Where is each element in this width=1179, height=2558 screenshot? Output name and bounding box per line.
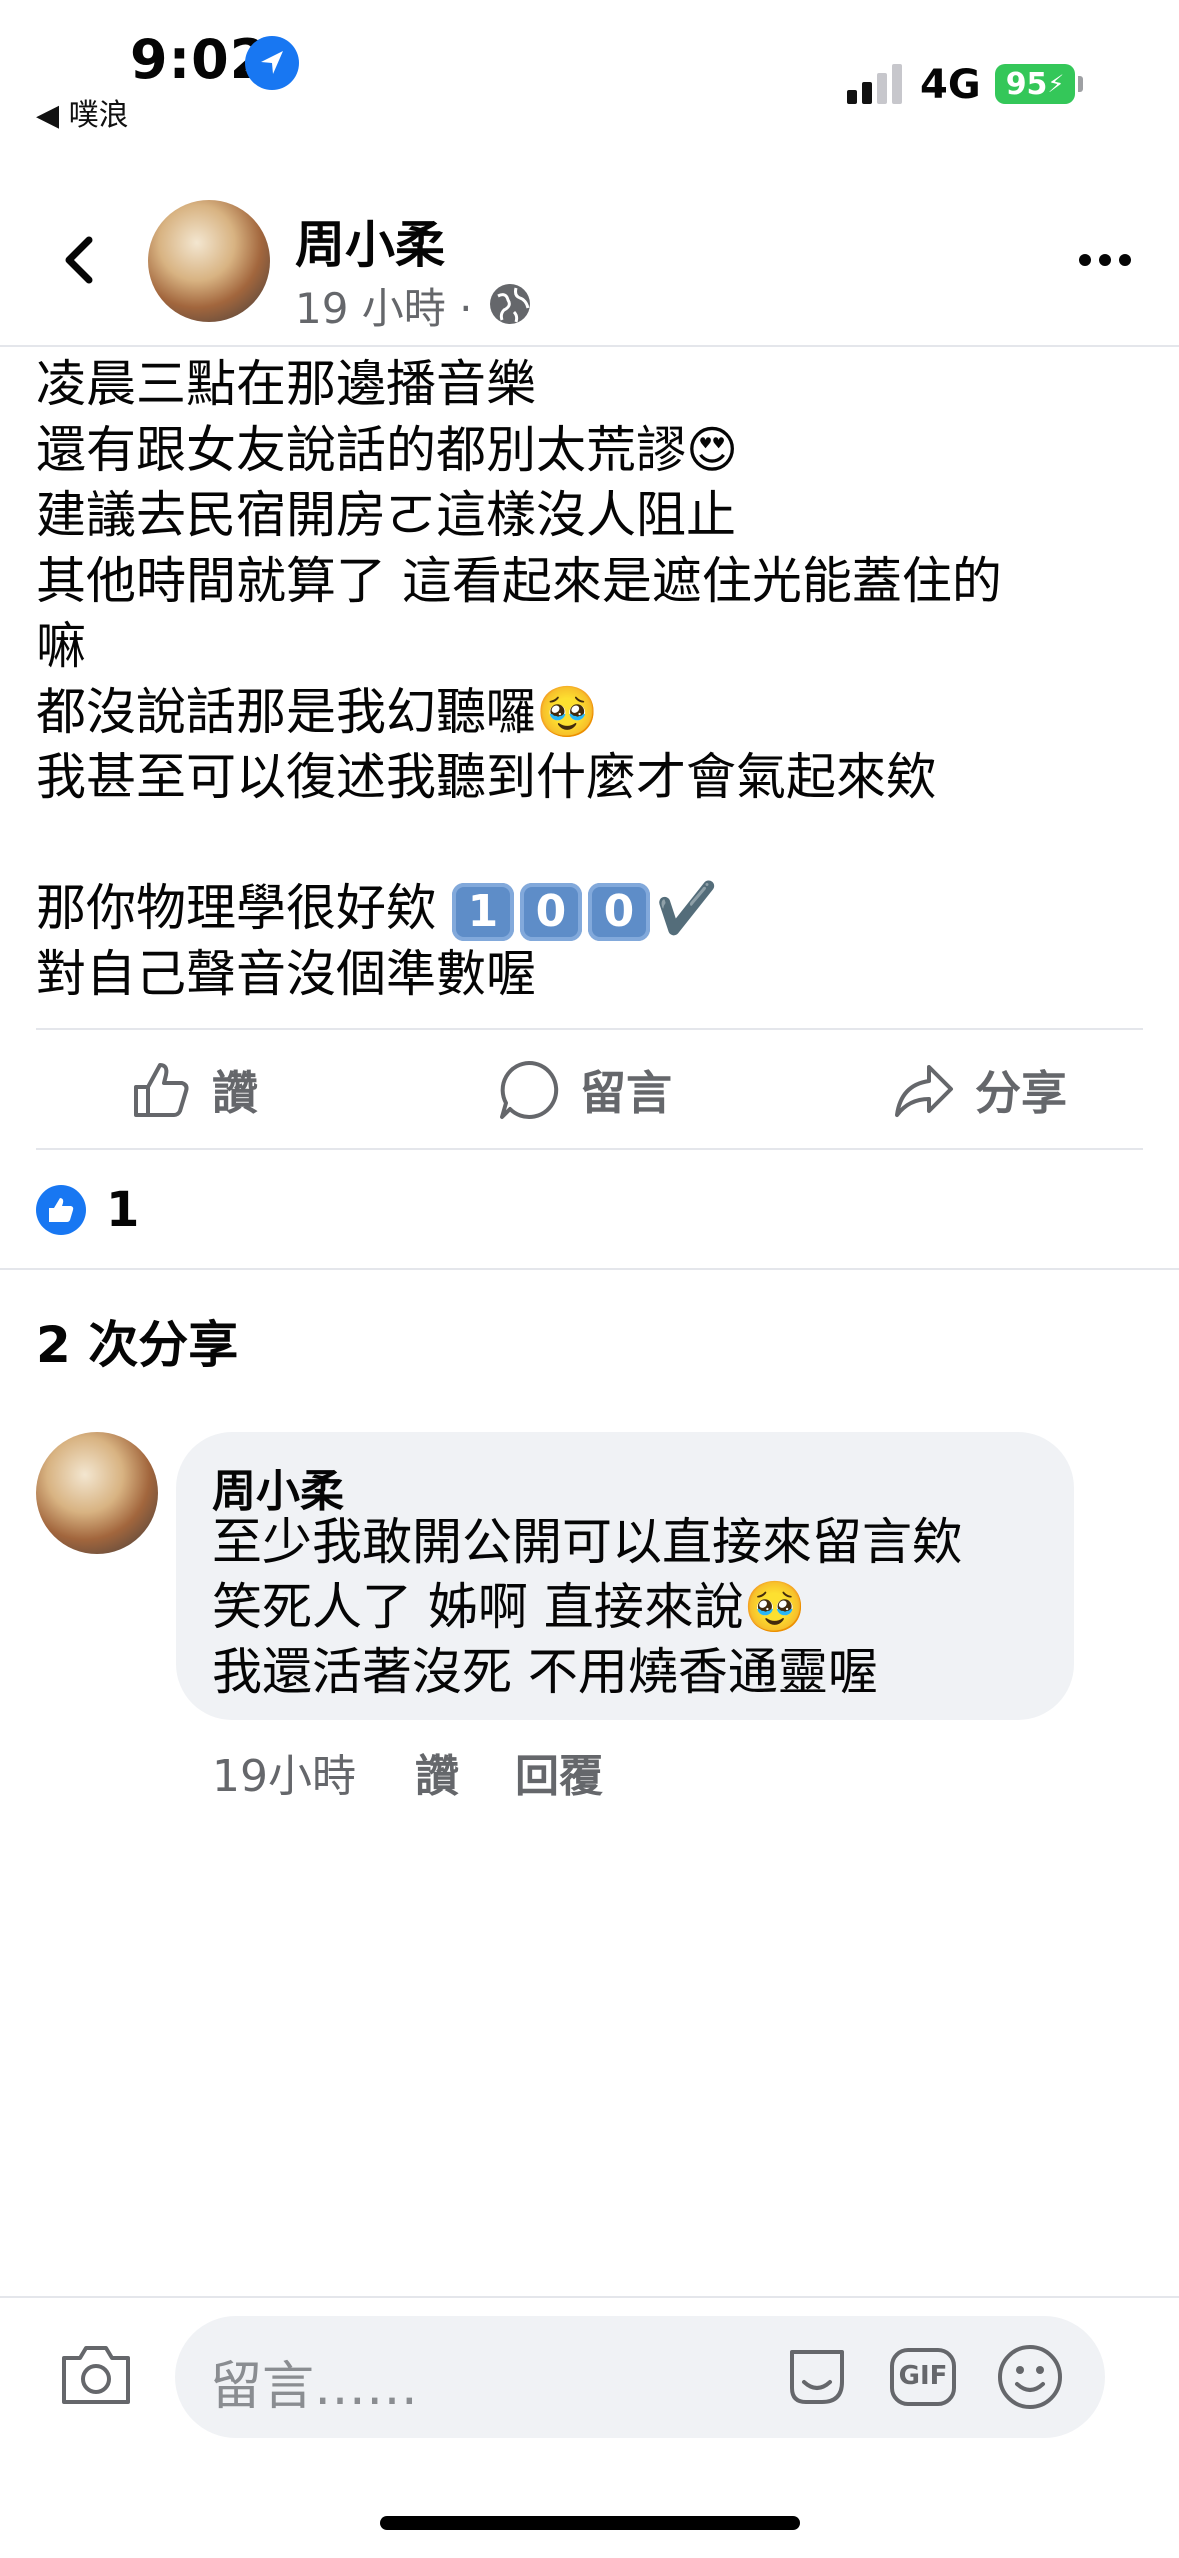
comment-timestamp[interactable]: 19小時	[212, 1740, 356, 1804]
share-label: 分享	[975, 1066, 1067, 1120]
post-divider	[36, 1028, 1143, 1030]
sticker-icon[interactable]	[782, 2342, 852, 2412]
post-line: 那你物理學很好欸 1 0 0 ✔️	[36, 876, 1146, 942]
like-button[interactable]: 讚	[130, 1050, 258, 1130]
battery-percent: 95	[1005, 66, 1048, 102]
header-divider	[0, 345, 1179, 347]
keycap-digit: 0	[587, 882, 650, 941]
commenter-avatar[interactable]	[36, 1432, 158, 1554]
post-body: 凌晨三點在那邊播音樂還有跟女友說話的都別太荒謬😍 建議去民宿開房ㄛ這樣沒人阻止其他…	[36, 352, 1146, 1007]
like-label: 讚	[212, 1066, 258, 1120]
post-line: 其他時間就算了 這看起來是遮住光能蓋住的	[36, 551, 1002, 610]
reaction-summary[interactable]: 1	[36, 1182, 139, 1238]
network-type: 4G	[920, 62, 981, 108]
comment-like-link[interactable]: 讚	[415, 1740, 459, 1804]
cellular-signal-icon	[847, 64, 902, 104]
gif-label: GIF	[898, 2361, 948, 2391]
reactions-divider	[0, 1268, 1179, 1270]
like-count: 1	[106, 1182, 140, 1238]
post-line: 嘛	[36, 617, 86, 675]
share-button[interactable]: 分享	[893, 1050, 1067, 1130]
post-author-name[interactable]: 周小柔	[295, 205, 445, 277]
post-line: 凌晨三點在那邊播音樂	[36, 355, 536, 413]
home-indicator[interactable]	[380, 2516, 800, 2530]
post-line	[36, 811, 1146, 877]
public-globe-icon	[490, 284, 530, 324]
camera-icon[interactable]	[58, 2342, 134, 2408]
post-line: 我甚至可以復述我聽到什麼才會氣起來欸	[36, 748, 936, 806]
share-arrow-icon	[895, 1065, 953, 1117]
actions-divider	[36, 1148, 1143, 1150]
post-line-text: 那你物理學很好欸	[36, 879, 436, 937]
battery-cap	[1078, 76, 1083, 92]
thumbs-up-icon	[134, 1063, 189, 1117]
check-mark: ✔️	[655, 879, 719, 937]
comment-text: 至少我敢開公開可以直接來留言欸 笑死人了 姊啊 直接來說🥹 我還活著沒死 不用燒…	[212, 1513, 962, 1701]
comment-reply-link[interactable]: 回覆	[515, 1740, 603, 1804]
comment-label: 留言	[580, 1066, 672, 1120]
share-count[interactable]: 2 次分享	[36, 1305, 238, 1377]
keycap-digit: 1	[451, 882, 514, 941]
post-timestamp[interactable]: 19 小時 ·	[295, 275, 473, 336]
more-options-icon[interactable]	[1075, 250, 1135, 270]
gif-button[interactable]: GIF	[888, 2342, 958, 2412]
comment-bubble-icon	[500, 1060, 559, 1119]
post-line: 都沒說話那是我幻聽囉🥹	[36, 682, 599, 741]
emoji-icon[interactable]	[995, 2342, 1065, 2412]
back-arrow-icon[interactable]	[55, 230, 105, 290]
like-reaction-icon	[36, 1185, 86, 1235]
battery-indicator: 95 ⚡	[995, 64, 1075, 104]
post-line: 還有跟女友說話的都別太荒謬😍	[36, 420, 739, 479]
comment-input-placeholder: 留言……	[210, 2357, 419, 2417]
comment-button[interactable]: 留言	[498, 1050, 672, 1130]
location-arrow-icon	[245, 36, 299, 90]
author-avatar[interactable]	[148, 200, 270, 322]
post-line: 對自己聲音沒個準數喔	[36, 944, 536, 1003]
post-line: 建議去民宿開房ㄛ這樣沒人阻止	[36, 486, 736, 544]
back-to-app-link[interactable]: ◀ 噗浪	[36, 90, 129, 134]
keycap-digit: 0	[519, 882, 582, 941]
